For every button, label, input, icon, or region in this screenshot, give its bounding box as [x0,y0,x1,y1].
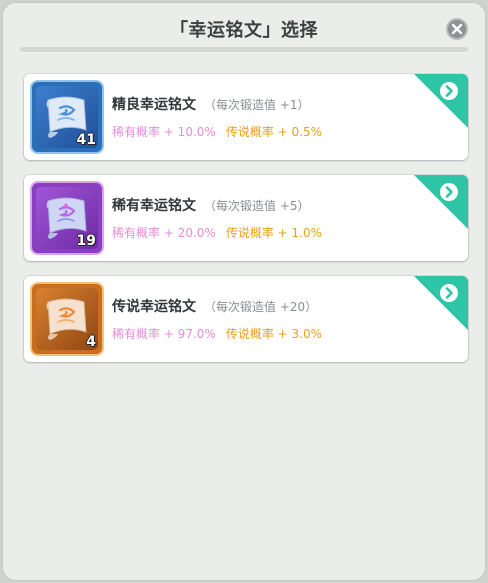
legend-rate: 传说概率 + 0.5% [225,125,322,139]
rare-rate: 稀有概率 + 20.0% [112,226,216,240]
inscription-card-legendary[interactable]: 4 传说幸运铭文 （每次锻造值 +20） 稀有概率 + 97.0% 传说概率 + 3… [24,276,468,362]
item-name-text: 精良幸运铭文 [112,97,196,113]
close-icon [451,23,463,35]
item-icon-frame: 19 [30,181,104,255]
forge-bonus: （每次锻造值 +1） [204,98,310,112]
item-count: 19 [76,233,96,249]
rare-rate: 稀有概率 + 97.0% [112,327,216,341]
select-arrow-button[interactable] [440,284,458,302]
item-name-text: 稀有幸运铭文 [112,198,196,214]
select-arrow-button[interactable] [440,82,458,100]
item-icon-frame: 41 [30,80,104,154]
rate-line: 稀有概率 + 97.0% 传说概率 + 3.0% [112,325,322,342]
item-name-text: 传说幸运铭文 [112,299,196,315]
item-count: 4 [86,334,96,350]
item-name: 精良幸运铭文 （每次锻造值 +1） [112,94,310,114]
forge-bonus: （每次锻造值 +20） [204,300,318,314]
item-name: 稀有幸运铭文 （每次锻造值 +5） [112,195,310,215]
item-count: 41 [76,132,96,148]
inscription-select-dialog: 「幸运铭文」选择 41 精良幸运铭文 （每次锻造值 +1） 稀有概率 + 10.… [2,2,486,581]
select-arrow-button[interactable] [440,183,458,201]
inscription-card-rare[interactable]: 19 稀有幸运铭文 （每次锻造值 +5） 稀有概率 + 20.0% 传说概率 + 1… [24,175,468,261]
chevron-right-icon [445,186,453,198]
forge-bonus: （每次锻造值 +5） [204,199,310,213]
dialog-title: 「幸运铭文」选择 [170,20,318,41]
rare-rate: 稀有概率 + 10.0% [112,125,216,139]
item-icon-frame: 4 [30,282,104,356]
close-button[interactable] [446,18,468,40]
legend-rate: 传说概率 + 1.0% [225,226,322,240]
rate-line: 稀有概率 + 20.0% 传说概率 + 1.0% [112,224,322,241]
rate-line: 稀有概率 + 10.0% 传说概率 + 0.5% [112,123,322,140]
item-name: 传说幸运铭文 （每次锻造值 +20） [112,296,317,316]
legend-rate: 传说概率 + 3.0% [225,327,322,341]
chevron-right-icon [445,85,453,97]
chevron-right-icon [445,287,453,299]
title-divider [20,47,468,52]
inscription-card-fine[interactable]: 41 精良幸运铭文 （每次锻造值 +1） 稀有概率 + 10.0% 传说概率 + 0… [24,74,468,160]
